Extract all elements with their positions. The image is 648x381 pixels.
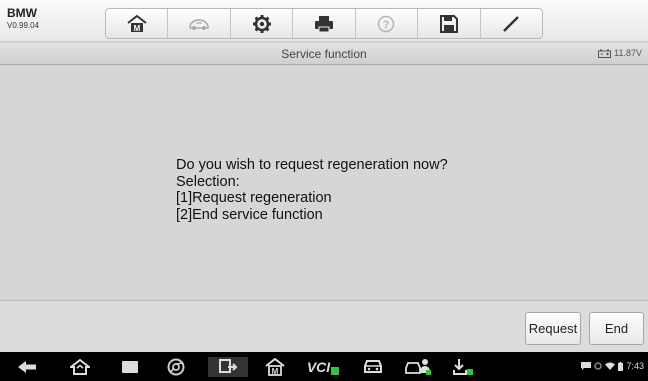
vci-status-icon	[331, 366, 340, 375]
vci-label: VCI	[306, 359, 331, 375]
voltage-value: 11.87V	[614, 48, 642, 58]
action-bar: Request End	[0, 300, 648, 352]
print-button[interactable]	[293, 9, 356, 38]
chat-notification-icon	[581, 362, 592, 370]
back-button[interactable]	[14, 357, 40, 377]
svg-text:?: ?	[383, 19, 390, 31]
app-window: BMW V0.99.04 M ? Service function 11.87V…	[0, 0, 648, 381]
remote-button[interactable]	[208, 357, 248, 377]
request-button[interactable]: Request	[525, 312, 581, 345]
vehicle-swap-button[interactable]	[168, 9, 231, 38]
save-button[interactable]	[418, 9, 481, 38]
remote-desktop-icon	[219, 359, 238, 373]
system-nav-bar: M VCI 7:43	[0, 352, 648, 381]
software-version: V0.99.04	[7, 21, 40, 30]
prompt-question: Do you wish to request regeneration now?	[176, 157, 448, 173]
update-icon	[453, 359, 473, 375]
option-end-service: [2]End service function	[176, 206, 323, 223]
top-toolbar: BMW V0.99.04 M ?	[0, 0, 648, 42]
tool-group: M ?	[105, 8, 543, 39]
maxi-home-icon: M	[265, 358, 285, 376]
clock: 7:43	[626, 361, 644, 371]
home-button[interactable]: M	[106, 9, 169, 38]
maxifix-home-button[interactable]: M	[262, 357, 288, 377]
message-panel: Do you wish to request regeneration now?…	[0, 66, 648, 300]
shop-manager-button[interactable]	[400, 357, 436, 377]
edit-button[interactable]	[481, 9, 542, 38]
settings-icon	[252, 14, 271, 33]
vehicle-info: BMW V0.99.04	[7, 6, 39, 32]
wifi-icon	[605, 362, 616, 370]
recent-apps-button[interactable]	[118, 357, 142, 377]
battery-icon	[598, 49, 612, 58]
sync-icon	[594, 362, 603, 370]
vehicle-swap-icon	[189, 18, 209, 30]
message-text: Do you wish to request regeneration now?…	[176, 157, 448, 223]
browser-button[interactable]	[164, 357, 188, 377]
option-request-regeneration: [1]Request regeneration	[176, 190, 332, 206]
chrome-icon	[167, 358, 185, 376]
battery-voltage: 11.87V	[598, 48, 642, 58]
save-icon	[439, 14, 458, 33]
status-area: 7:43	[581, 361, 644, 371]
vci-button[interactable]: VCI	[300, 357, 346, 377]
help-icon: ?	[378, 15, 395, 32]
help-button[interactable]: ?	[356, 9, 419, 38]
function-title-bar: Service function 11.87V	[0, 43, 648, 65]
update-button[interactable]	[448, 357, 478, 377]
settings-button[interactable]	[231, 9, 294, 38]
vehicle-make: BMW	[7, 6, 37, 20]
home-icon: M	[127, 14, 147, 33]
page-title: Service function	[281, 47, 367, 61]
battery-status-icon	[618, 361, 624, 371]
back-icon	[18, 361, 36, 373]
car-icon	[364, 360, 382, 373]
edit-icon	[503, 15, 520, 32]
vehicle-button[interactable]	[358, 357, 388, 377]
selection-label: Selection:	[176, 173, 240, 190]
svg-text:M: M	[272, 367, 279, 376]
android-home-icon	[70, 359, 90, 375]
home-nav-button[interactable]	[68, 357, 92, 377]
recent-apps-icon	[122, 361, 138, 373]
shop-manager-icon	[405, 359, 431, 375]
end-button[interactable]: End	[589, 312, 644, 345]
svg-text:M: M	[133, 24, 140, 33]
print-icon	[314, 15, 333, 32]
